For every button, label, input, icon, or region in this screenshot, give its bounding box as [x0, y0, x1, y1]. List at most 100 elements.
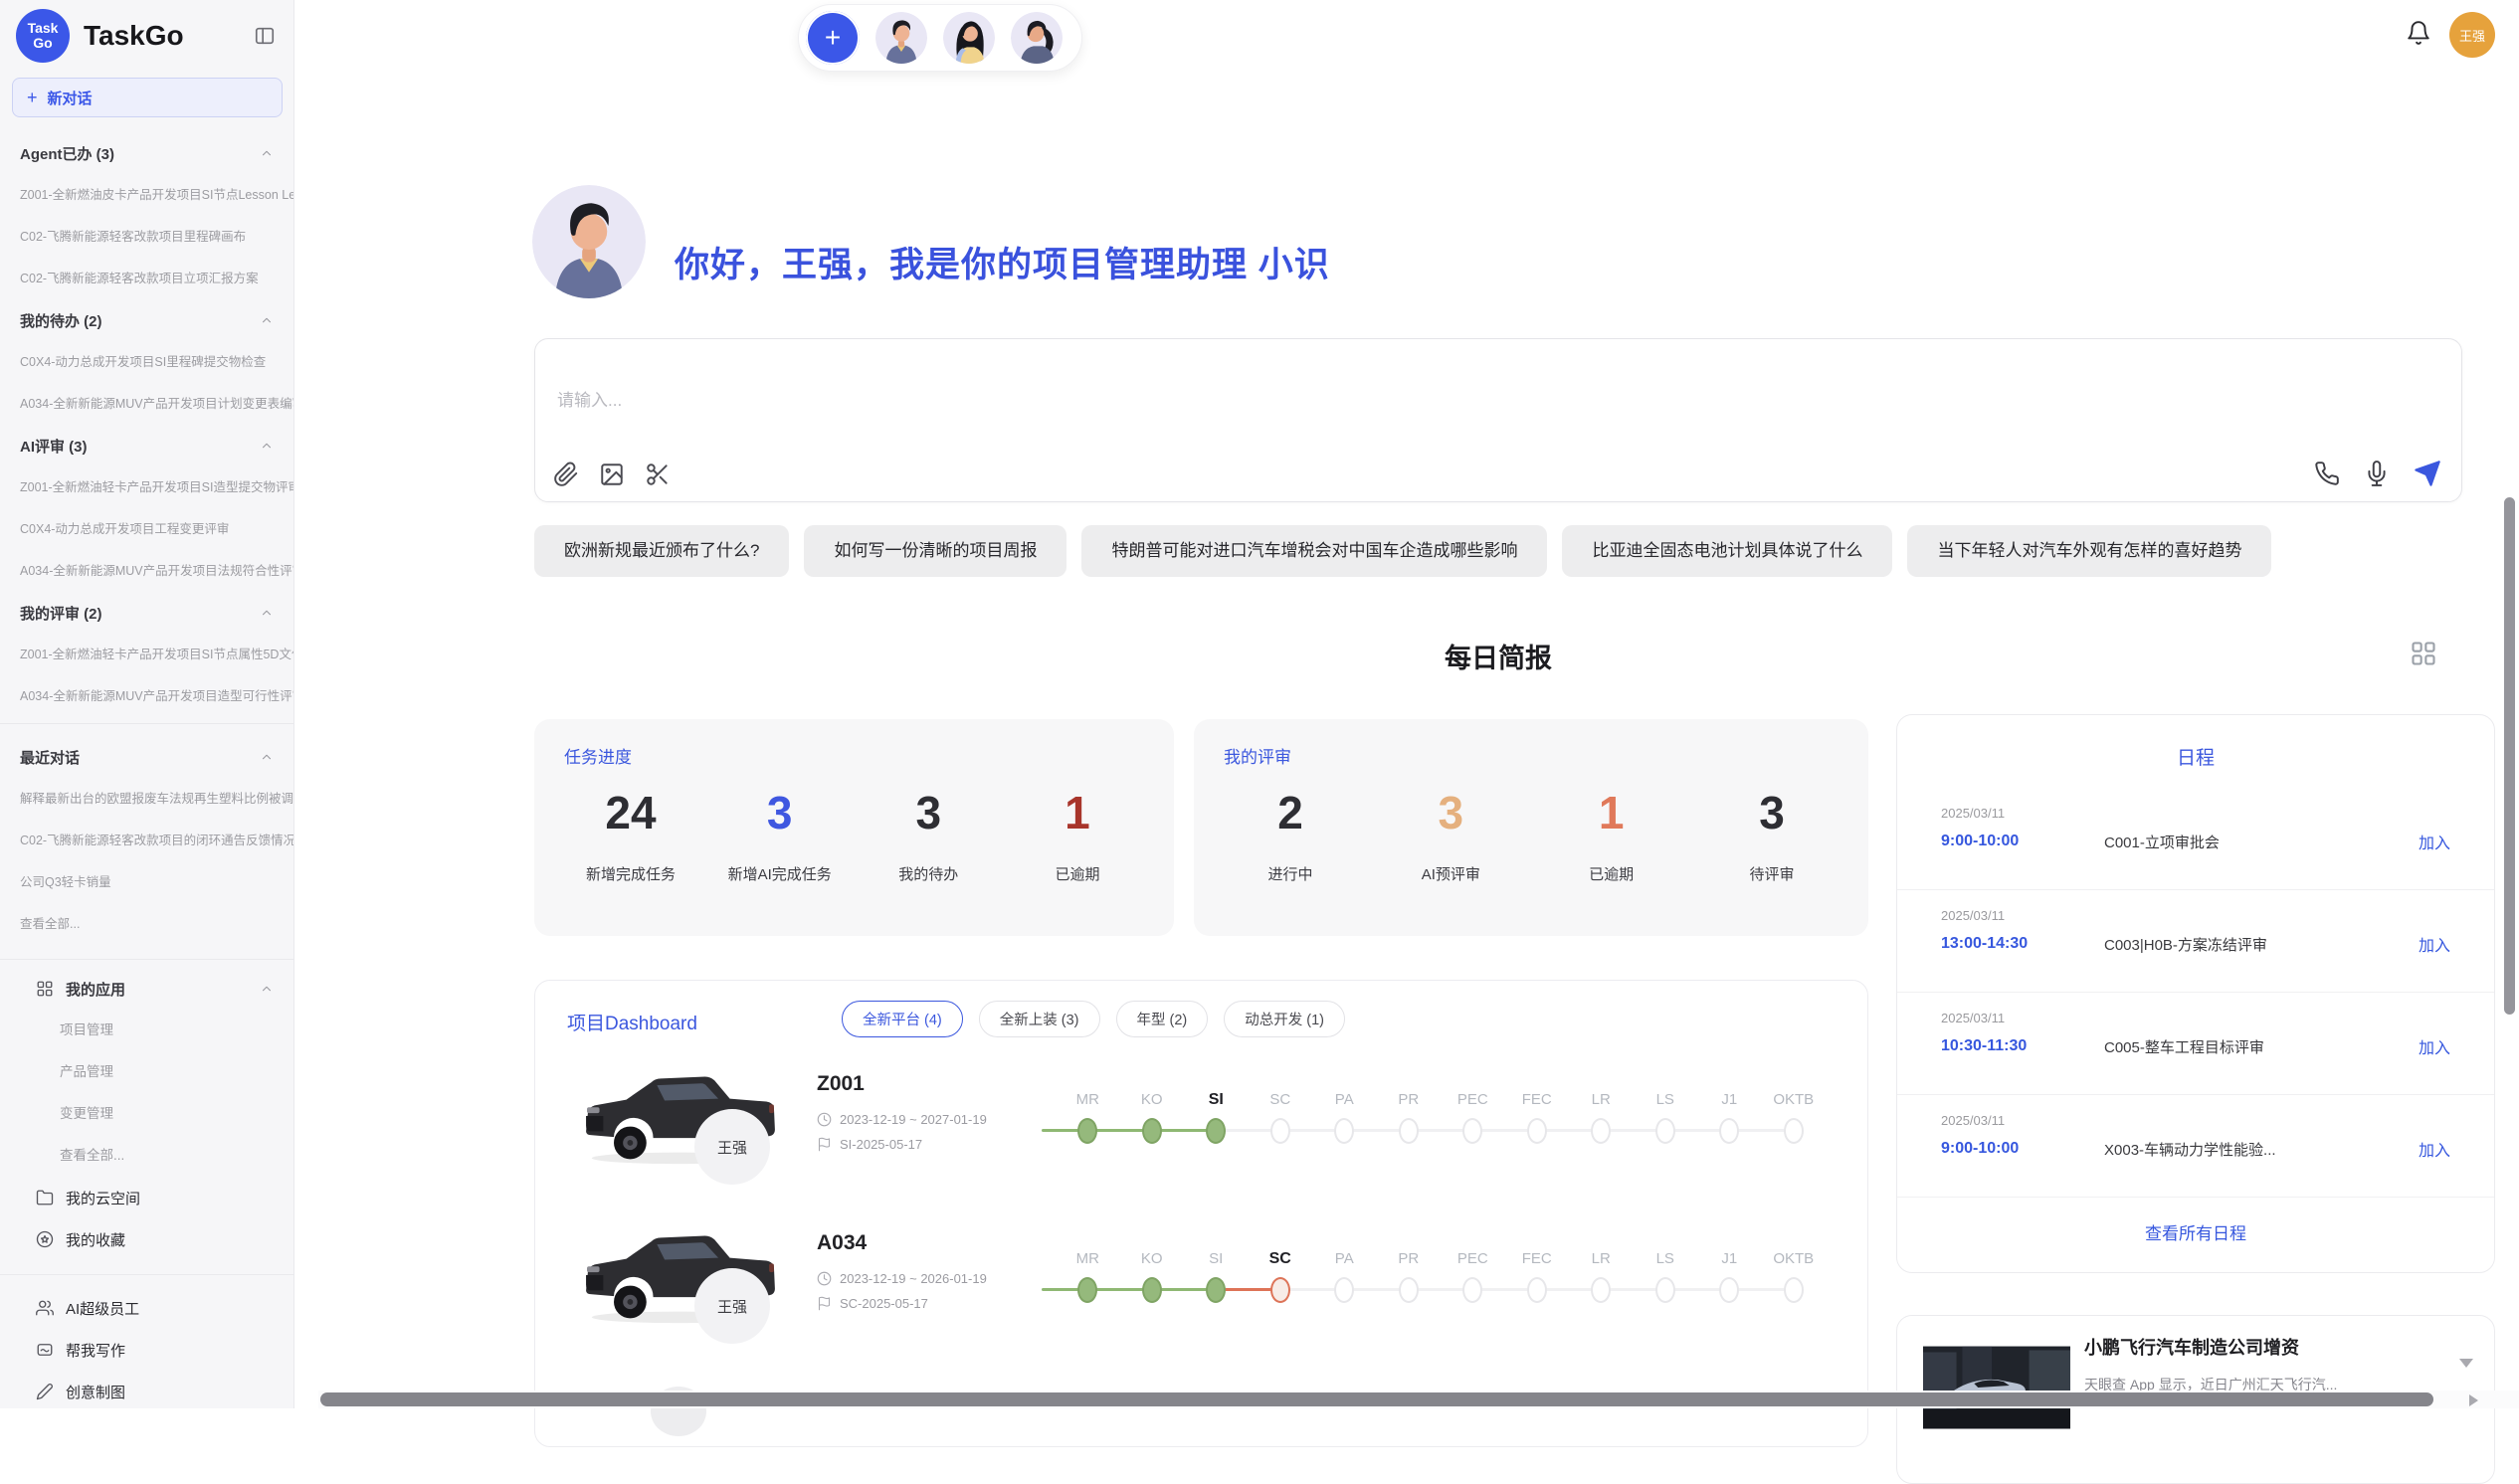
- filter-pill[interactable]: 全新平台 (4): [842, 1001, 963, 1037]
- project-row[interactable]: 王强 Z001 2023-12-19 ~ 2027-01-19 SI-2025-…: [535, 1062, 1867, 1221]
- conversation-item[interactable]: A034-全新新能源MUV产品开发项目计划变更表编写: [0, 383, 293, 425]
- voice-call-button[interactable]: [2314, 461, 2340, 486]
- join-button[interactable]: 加入: [2419, 932, 2450, 956]
- avatar[interactable]: [1011, 12, 1063, 64]
- section-header-my-todo[interactable]: 我的待办 (2): [0, 299, 293, 341]
- app-item[interactable]: 产品管理: [0, 1051, 293, 1093]
- milestone-dot[interactable]: [1527, 1118, 1547, 1144]
- milestone-dot[interactable]: [1077, 1277, 1097, 1303]
- milestone-dot[interactable]: [1655, 1277, 1675, 1303]
- collapse-sidebar-button[interactable]: [254, 25, 276, 47]
- recent-conversation-item[interactable]: 解释最新出台的欧盟报废车法规再生塑料比例被调至15%...: [0, 778, 293, 820]
- recent-conversation-item[interactable]: 查看全部...: [0, 903, 293, 945]
- milestone-dot[interactable]: [1462, 1277, 1482, 1303]
- suggestion-chip[interactable]: 当下年轻人对汽车外观有怎样的喜好趋势: [1907, 525, 2271, 577]
- section-header-my-review[interactable]: 我的评审 (2): [0, 592, 293, 634]
- milestone-dot[interactable]: [1206, 1277, 1226, 1303]
- chevron-up-icon[interactable]: [260, 606, 274, 620]
- chevron-up-icon[interactable]: [260, 313, 274, 327]
- avatar[interactable]: [943, 12, 995, 64]
- scroll-down-arrow-icon[interactable]: [2459, 1359, 2473, 1368]
- milestone-dot[interactable]: [1655, 1118, 1675, 1144]
- conversation-item[interactable]: A034-全新新能源MUV产品开发项目造型可行性评审: [0, 675, 293, 717]
- suggestion-chip[interactable]: 如何写一份清晰的项目周报: [804, 525, 1066, 577]
- milestone-dot[interactable]: [1784, 1277, 1804, 1303]
- horizontal-scrollbar-thumb[interactable]: [320, 1392, 2433, 1406]
- milestone-dot[interactable]: [1334, 1277, 1354, 1303]
- section-header-my-apps[interactable]: 我的应用: [0, 968, 293, 1010]
- schedule-event-title: C005-整车工程目标评审: [2104, 1036, 2419, 1057]
- milestone-dot[interactable]: [1334, 1118, 1354, 1144]
- section-header-agent-done[interactable]: Agent已办 (3): [0, 132, 293, 174]
- sidebar-item-cloud-space[interactable]: 我的云空间: [0, 1177, 293, 1218]
- conversation-item[interactable]: C02-飞腾新能源轻客改款项目立项汇报方案: [0, 258, 293, 299]
- join-button[interactable]: 加入: [2419, 1137, 2450, 1161]
- sidebar-item-ai-super-staff[interactable]: AI超级员工: [0, 1287, 293, 1329]
- project-name: Z001: [817, 1072, 987, 1096]
- app-item[interactable]: 查看全部...: [0, 1135, 293, 1177]
- suggestion-chip[interactable]: 特朗普可能对进口汽车增税会对中国车企造成哪些影响: [1081, 525, 1547, 577]
- milestone-dot[interactable]: [1142, 1277, 1162, 1303]
- conversation-item[interactable]: Z001-全新燃油轻卡产品开发项目SI造型提交物评审: [0, 466, 293, 508]
- milestone-dot[interactable]: [1462, 1118, 1482, 1144]
- recent-conversation-item[interactable]: C02-飞腾新能源轻客改款项目的闭环通告反馈情况: [0, 820, 293, 861]
- milestone-dot[interactable]: [1270, 1118, 1290, 1144]
- vertical-scrollbar-thumb[interactable]: [2504, 497, 2515, 1015]
- project-row[interactable]: 王强 A034 2023-12-19 ~ 2026-01-19 SC-2025-…: [535, 1221, 1867, 1381]
- section-header-recent[interactable]: 最近对话: [0, 736, 293, 778]
- conversation-item[interactable]: A034-全新新能源MUV产品开发项目法规符合性评审: [0, 550, 293, 592]
- sidebar-item-help-me-write[interactable]: 帮我写作: [0, 1329, 293, 1371]
- milestone-dot[interactable]: [1591, 1118, 1611, 1144]
- notifications-button[interactable]: [2406, 20, 2431, 46]
- new-chat-button[interactable]: + 新对话: [12, 78, 283, 117]
- microphone-button[interactable]: [2364, 461, 2390, 486]
- milestone-dot[interactable]: [1399, 1118, 1419, 1144]
- conversation-item[interactable]: Z001-全新燃油皮卡产品开发项目SI节点Lesson Learn报告: [0, 174, 293, 216]
- sidebar-item-favorites[interactable]: 我的收藏: [0, 1218, 293, 1260]
- filter-pill[interactable]: 年型 (2): [1116, 1001, 1209, 1037]
- chevron-up-icon[interactable]: [260, 982, 274, 996]
- schedule-item: 2025/03/11 9:00-10:00 C001-立项审批会 加入: [1897, 788, 2494, 890]
- chevron-up-icon[interactable]: [260, 439, 274, 453]
- milestone-dot[interactable]: [1206, 1118, 1226, 1144]
- milestone-dot[interactable]: [1077, 1118, 1097, 1144]
- chevron-up-icon[interactable]: [260, 750, 274, 764]
- milestone-dot[interactable]: [1719, 1118, 1739, 1144]
- milestone-dot[interactable]: [1142, 1118, 1162, 1144]
- sidebar-item-creative-drawing[interactable]: 创意制图: [0, 1371, 293, 1408]
- user-avatar[interactable]: 王强: [2449, 12, 2495, 58]
- section-title: 我的待办 (2): [20, 310, 102, 331]
- view-all-schedule-link[interactable]: 查看所有日程: [1897, 1219, 2494, 1244]
- attach-button[interactable]: [553, 462, 579, 487]
- avatar[interactable]: [875, 12, 927, 64]
- suggestion-chip[interactable]: 欧洲新规最近颁布了什么?: [534, 525, 789, 577]
- conversation-item[interactable]: C0X4-动力总成开发项目工程变更评审: [0, 508, 293, 550]
- filter-pill[interactable]: 全新上装 (3): [979, 1001, 1100, 1037]
- milestone-dot[interactable]: [1399, 1277, 1419, 1303]
- send-button[interactable]: [2414, 460, 2441, 487]
- chevron-up-icon[interactable]: [260, 146, 274, 160]
- conversation-item[interactable]: C02-飞腾新能源轻客改款项目里程碑画布: [0, 216, 293, 258]
- join-button[interactable]: 加入: [2419, 830, 2450, 853]
- app-item[interactable]: 变更管理: [0, 1093, 293, 1135]
- scroll-right-arrow-icon[interactable]: [2469, 1394, 2478, 1406]
- recent-conversation-item[interactable]: 公司Q3轻卡销量: [0, 861, 293, 903]
- snippet-button[interactable]: [645, 462, 671, 487]
- app-item[interactable]: 项目管理: [0, 1010, 293, 1051]
- section-header-ai-review[interactable]: AI评审 (3): [0, 425, 293, 466]
- milestone-dot[interactable]: [1591, 1277, 1611, 1303]
- conversation-item[interactable]: C0X4-动力总成开发项目SI里程碑提交物检查: [0, 341, 293, 383]
- filter-pill[interactable]: 动总开发 (1): [1224, 1001, 1345, 1037]
- add-workspace-button[interactable]: +: [806, 11, 860, 65]
- conversation-item[interactable]: Z001-全新燃油轻卡产品开发项目SI节点属性5D文件评审: [0, 634, 293, 675]
- layout-grid-button[interactable]: [2410, 640, 2437, 667]
- chat-input[interactable]: [557, 391, 1950, 411]
- milestone-dot[interactable]: [1270, 1277, 1290, 1303]
- suggestion-chip[interactable]: 比亚迪全固态电池计划具体说了什么: [1562, 525, 1892, 577]
- insert-image-button[interactable]: [599, 462, 625, 487]
- milestone-dot[interactable]: [1527, 1277, 1547, 1303]
- milestone-label: PEC: [1441, 1245, 1505, 1273]
- join-button[interactable]: 加入: [2419, 1034, 2450, 1058]
- milestone-dot[interactable]: [1719, 1277, 1739, 1303]
- milestone-dot[interactable]: [1784, 1118, 1804, 1144]
